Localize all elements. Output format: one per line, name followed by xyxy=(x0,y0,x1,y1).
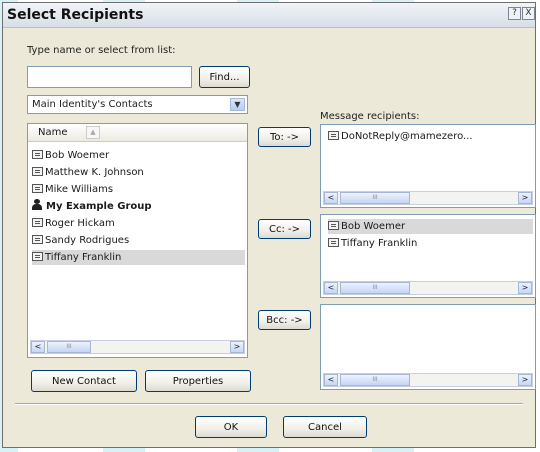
bcc-recipients-list[interactable]: < III > xyxy=(320,304,536,390)
select-recipients-dialog: Select Recipients ? X Type name or selec… xyxy=(2,2,536,448)
scroll-thumb[interactable]: III xyxy=(340,374,410,386)
scroll-right-icon[interactable]: > xyxy=(518,374,532,386)
contact-card-icon xyxy=(32,184,43,193)
contact-card-icon xyxy=(32,218,43,227)
chevron-down-icon[interactable]: ▼ xyxy=(230,98,245,111)
contact-name: Bob Woemer xyxy=(45,150,110,161)
new-contact-button[interactable]: New Contact xyxy=(31,370,137,392)
scroll-thumb[interactable]: III xyxy=(47,341,91,353)
sort-icon: ▲ xyxy=(86,126,100,139)
contact-item[interactable]: Roger Hickam xyxy=(32,216,245,231)
close-icon: X xyxy=(525,8,532,18)
contact-item[interactable]: Matthew K. Johnson xyxy=(32,165,245,180)
cc-recipients-list[interactable]: Bob Woemer Tiffany Franklin < III > xyxy=(320,214,536,298)
contact-item[interactable]: Tiffany Franklin xyxy=(32,250,245,265)
contacts-hscrollbar[interactable]: < III > xyxy=(30,340,245,354)
bcc-button[interactable]: Bcc: -> xyxy=(258,310,311,330)
name-column-header[interactable]: Name xyxy=(38,127,68,138)
group-icon xyxy=(32,199,44,210)
contact-name: Mike Williams xyxy=(45,184,114,195)
dialog-title: Select Recipients xyxy=(7,7,144,23)
contact-name: Tiffany Franklin xyxy=(45,252,122,263)
cancel-button[interactable]: Cancel xyxy=(283,416,367,438)
to-button[interactable]: To: -> xyxy=(258,127,311,147)
to-recipients-list[interactable]: DoNotReply@mamezero... < III > xyxy=(320,124,536,208)
cc-button[interactable]: Cc: -> xyxy=(258,219,311,239)
title-bar: Select Recipients ? X xyxy=(3,3,535,28)
contact-card-icon xyxy=(328,221,339,230)
contact-card-icon xyxy=(328,238,339,247)
help-icon: ? xyxy=(512,8,517,18)
cc-hscrollbar[interactable]: < III > xyxy=(323,281,533,295)
contact-name: Roger Hickam xyxy=(45,218,115,229)
group-item[interactable]: My Example Group xyxy=(32,199,245,214)
ok-button[interactable]: OK xyxy=(195,416,267,438)
scroll-right-icon[interactable]: > xyxy=(230,341,244,353)
contact-card-icon xyxy=(32,150,43,159)
contacts-list-header[interactable]: Name ▲ xyxy=(28,124,247,142)
recipient-item[interactable]: Bob Woemer xyxy=(328,219,533,234)
scroll-left-icon[interactable]: < xyxy=(324,192,338,204)
find-button[interactable]: Find... xyxy=(199,66,250,88)
search-label: Type name or select from list: xyxy=(27,45,176,56)
search-input[interactable] xyxy=(27,66,192,88)
recipient-item[interactable]: DoNotReply@mamezero... xyxy=(328,129,533,144)
close-button[interactable]: X xyxy=(522,7,535,20)
recipient-name: Bob Woemer xyxy=(341,221,406,232)
help-button[interactable]: ? xyxy=(508,7,521,20)
address-book-select[interactable]: Main Identity's Contacts ▼ xyxy=(27,95,248,114)
contact-name: Sandy Rodrigues xyxy=(45,235,130,246)
scroll-thumb[interactable]: III xyxy=(340,192,410,204)
message-recipients-label: Message recipients: xyxy=(320,111,420,122)
recipient-name: Tiffany Franklin xyxy=(341,238,418,249)
contact-card-icon xyxy=(32,167,43,176)
recipient-name: DoNotReply@mamezero... xyxy=(341,131,473,142)
contact-item[interactable]: Mike Williams xyxy=(32,182,245,197)
scroll-left-icon[interactable]: < xyxy=(31,341,45,353)
divider xyxy=(15,403,523,405)
properties-button[interactable]: Properties xyxy=(145,370,251,392)
to-hscrollbar[interactable]: < III > xyxy=(323,191,533,205)
contact-name: My Example Group xyxy=(46,201,152,212)
scroll-right-icon[interactable]: > xyxy=(518,192,532,204)
scroll-left-icon[interactable]: < xyxy=(324,282,338,294)
contact-item[interactable]: Bob Woemer xyxy=(32,148,245,163)
contact-name: Matthew K. Johnson xyxy=(45,167,144,178)
address-book-value: Main Identity's Contacts xyxy=(32,99,153,110)
contact-card-icon xyxy=(32,235,43,244)
recipient-item[interactable]: Tiffany Franklin xyxy=(328,236,533,251)
scroll-thumb[interactable]: III xyxy=(340,282,410,294)
contact-card-icon xyxy=(328,131,339,140)
scroll-right-icon[interactable]: > xyxy=(518,282,532,294)
scroll-left-icon[interactable]: < xyxy=(324,374,338,386)
contact-card-icon xyxy=(32,252,43,261)
bcc-hscrollbar[interactable]: < III > xyxy=(323,373,533,387)
contacts-list[interactable]: Name ▲ Bob Woemer Matthew K. Johnson Mik… xyxy=(27,123,248,358)
contact-item[interactable]: Sandy Rodrigues xyxy=(32,233,245,248)
